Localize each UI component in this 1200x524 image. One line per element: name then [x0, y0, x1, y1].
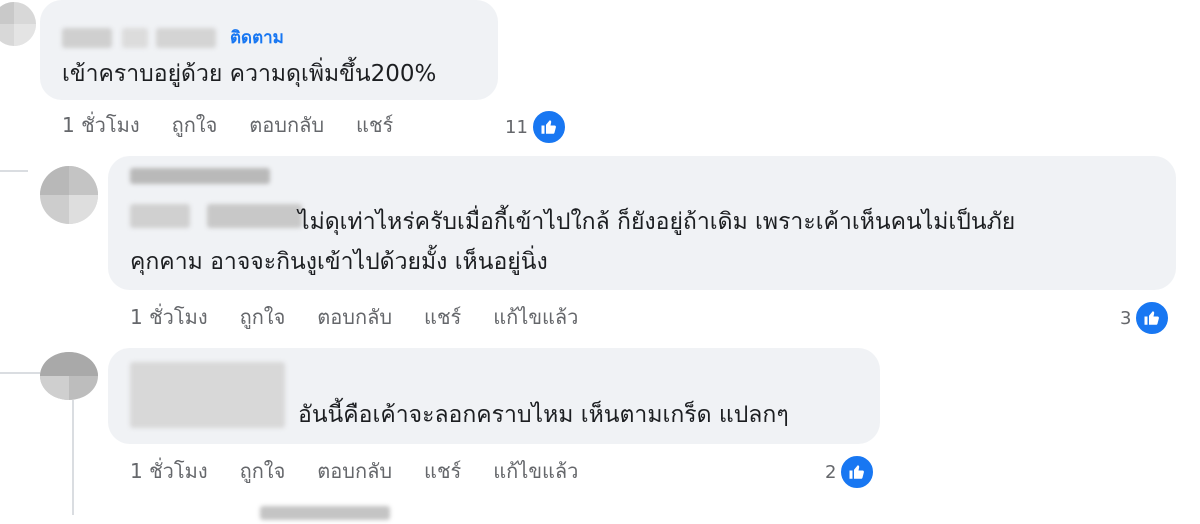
- commenter-name[interactable]: [130, 168, 270, 188]
- comment-text: อันนี้คือเค้าจะลอกคราบไหม เห็นตามเกร็ด แ…: [298, 402, 789, 428]
- thumbs-up-icon: [1134, 300, 1171, 336]
- comment-text: ไม่ดุเท่าไหร่ครับเมื่อกี้เข้าไปใกล้ ก็ยั…: [298, 209, 1016, 235]
- reaction-summary[interactable]: 11: [505, 109, 567, 145]
- share-button[interactable]: แชร์: [356, 109, 393, 141]
- like-button[interactable]: ถูกใจ: [240, 301, 286, 333]
- mention-tag[interactable]: [130, 204, 303, 232]
- reply-button[interactable]: ตอบกลับ: [249, 109, 324, 141]
- reaction-count: 2: [825, 461, 837, 483]
- reply-button[interactable]: ตอบกลับ: [317, 301, 392, 333]
- thumbs-up-icon: [530, 109, 567, 145]
- edited-label: แก้ไขแล้ว: [493, 459, 579, 483]
- timestamp[interactable]: 1 ชั่วโมง: [130, 455, 208, 487]
- thread-line: [0, 170, 28, 172]
- thumbs-up-icon: [839, 454, 876, 490]
- like-button[interactable]: ถูกใจ: [172, 109, 218, 141]
- share-button[interactable]: แชร์: [424, 301, 461, 333]
- edited-label: แก้ไขแล้ว: [493, 305, 579, 329]
- comment-text: เข้าคราบอยู่ด้วย ความดุเพิ่มขึ้น200%: [62, 61, 437, 87]
- reaction-summary[interactable]: 3: [1120, 300, 1171, 336]
- commenter-name[interactable]: [130, 362, 285, 432]
- like-button[interactable]: ถูกใจ: [240, 455, 286, 487]
- thread-line: [0, 372, 40, 374]
- reaction-count: 3: [1120, 307, 1132, 329]
- comment-text: คุกคาม อาจจะกินงูเข้าไปด้วยมั้ง เห็นอยู่…: [130, 249, 548, 275]
- reaction-count: 11: [505, 116, 528, 138]
- avatar[interactable]: [0, 2, 36, 46]
- timestamp[interactable]: 1 ชั่วโมง: [62, 109, 140, 141]
- reply-button[interactable]: ตอบกลับ: [317, 455, 392, 487]
- avatar[interactable]: [40, 166, 98, 224]
- avatar[interactable]: [40, 352, 98, 400]
- follow-link[interactable]: ติดตาม: [230, 24, 284, 51]
- reaction-summary[interactable]: 2: [825, 454, 876, 490]
- share-button[interactable]: แชร์: [424, 455, 461, 487]
- commenter-name[interactable]: ติดตาม: [62, 24, 284, 51]
- timestamp[interactable]: 1 ชั่วโมง: [130, 301, 208, 333]
- thread-line: [72, 400, 74, 515]
